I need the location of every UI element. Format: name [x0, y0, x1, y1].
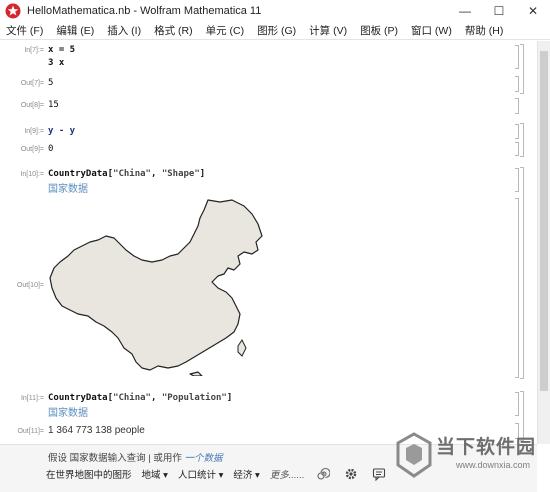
cell-bracket[interactable]: [515, 198, 519, 378]
close-button[interactable]: ✕: [516, 0, 550, 22]
menu-window[interactable]: 窗口 (W): [411, 23, 452, 38]
group-bracket[interactable]: [520, 167, 524, 379]
chat-icon[interactable]: [371, 466, 387, 482]
spiral-icon[interactable]: [315, 466, 331, 482]
assumption-text: 假设 国家数据输入查询 | 或用作 一个数据: [48, 453, 223, 464]
china-outline: [49, 199, 263, 376]
china-shape-graphic[interactable]: [48, 198, 270, 376]
menu-insert[interactable]: 插入 (I): [107, 23, 141, 38]
input-label: In[7]:=: [24, 47, 44, 54]
input-label: In[11]:=: [20, 395, 44, 402]
minimize-icon: —: [459, 4, 471, 18]
string-arg: "China": [113, 393, 151, 403]
suggest-world-map[interactable]: 在世界地图中的图形: [46, 467, 132, 481]
menu-palettes[interactable]: 图板 (P): [360, 23, 398, 38]
cell-bracket[interactable]: [515, 76, 519, 92]
maximize-button[interactable]: ☐: [482, 0, 516, 22]
suggest-economy-dropdown[interactable]: 经济 ▾: [233, 467, 259, 481]
output-value: 1 364 773 138 people: [48, 425, 145, 436]
output-label: Out[11]=: [17, 428, 44, 435]
input-code[interactable]: CountryData["China", "Population"]: [48, 393, 232, 403]
taiwan-outline: [237, 339, 247, 357]
input-code[interactable]: CountryData["China", "Shape"]: [48, 169, 205, 179]
cell-bracket[interactable]: [515, 124, 519, 139]
watermark-url: www.downxia.com: [456, 460, 531, 470]
cell-bracket[interactable]: [515, 392, 519, 416]
function-name: CountryData: [48, 393, 108, 403]
menu-bar: 文件 (F) 编辑 (E) 插入 (I) 格式 (R) 单元 (C) 图形 (G…: [0, 22, 550, 40]
window-title: HelloMathematica.nb - Wolfram Mathematic…: [27, 5, 262, 17]
input-code[interactable]: 3 x: [48, 58, 64, 68]
output-value: 15: [48, 100, 59, 110]
close-icon: ✕: [527, 4, 539, 18]
separator: ,: [150, 169, 162, 179]
group-bracket[interactable]: [520, 44, 524, 94]
menu-graphics[interactable]: 图形 (G): [257, 23, 296, 38]
cell-bracket[interactable]: [515, 98, 519, 114]
mathematica-app-icon: [5, 3, 21, 19]
gear-icon[interactable]: [343, 466, 359, 482]
separator: ,: [150, 393, 162, 403]
bracket-close: ]: [199, 169, 206, 179]
entity-link[interactable]: 国家数据: [48, 404, 88, 419]
entity-link[interactable]: 国家数据: [48, 180, 88, 195]
menu-file[interactable]: 文件 (F): [6, 23, 43, 38]
string-arg: "Population": [161, 393, 227, 403]
suggest-more[interactable]: 更多......: [270, 467, 305, 481]
watermark-text: 当下软件园: [436, 437, 537, 458]
minimize-button[interactable]: —: [448, 0, 482, 22]
suggest-region-dropdown[interactable]: 地域 ▾: [142, 467, 168, 481]
menu-evaluation[interactable]: 计算 (V): [309, 23, 347, 38]
menu-help[interactable]: 帮助 (H): [465, 23, 504, 38]
menu-edit[interactable]: 编辑 (E): [56, 23, 94, 38]
string-arg: "Shape": [161, 169, 200, 179]
assumption-alternative-link[interactable]: 一个数据: [185, 453, 223, 464]
scroll-thumb[interactable]: [540, 51, 548, 391]
function-name: CountryData: [48, 169, 108, 179]
output-value: 0: [48, 144, 54, 154]
input-label: In[10]:=: [20, 171, 44, 178]
group-bracket[interactable]: [520, 123, 524, 157]
title-bar: HelloMathematica.nb - Wolfram Mathematic…: [0, 0, 550, 22]
output-label: Out[7]=: [20, 80, 44, 87]
maximize-icon: ☐: [493, 4, 505, 18]
string-arg: "China": [113, 169, 151, 179]
suggest-demographics-dropdown[interactable]: 人口统计 ▾: [178, 467, 223, 481]
bracket-close: ]: [226, 393, 233, 403]
cell-bracket[interactable]: [515, 45, 519, 69]
logo-icon: [396, 432, 432, 478]
output-value: 5: [48, 78, 54, 88]
output-label: Out[10]=: [16, 282, 44, 289]
menu-cell[interactable]: 单元 (C): [206, 23, 245, 38]
output-label: Out[8]=: [20, 102, 44, 109]
input-code[interactable]: y - y: [48, 126, 75, 136]
output-label: Out[9]=: [20, 146, 44, 153]
vertical-scrollbar[interactable]: [537, 41, 550, 444]
input-code[interactable]: x = 5: [48, 45, 75, 55]
menu-format[interactable]: 格式 (R): [154, 23, 193, 38]
cell-bracket[interactable]: [515, 142, 519, 156]
input-label: In[9]:=: [24, 128, 44, 135]
cell-bracket[interactable]: [515, 168, 519, 192]
watermark: 当下软件园 www.downxia.com: [392, 428, 542, 484]
